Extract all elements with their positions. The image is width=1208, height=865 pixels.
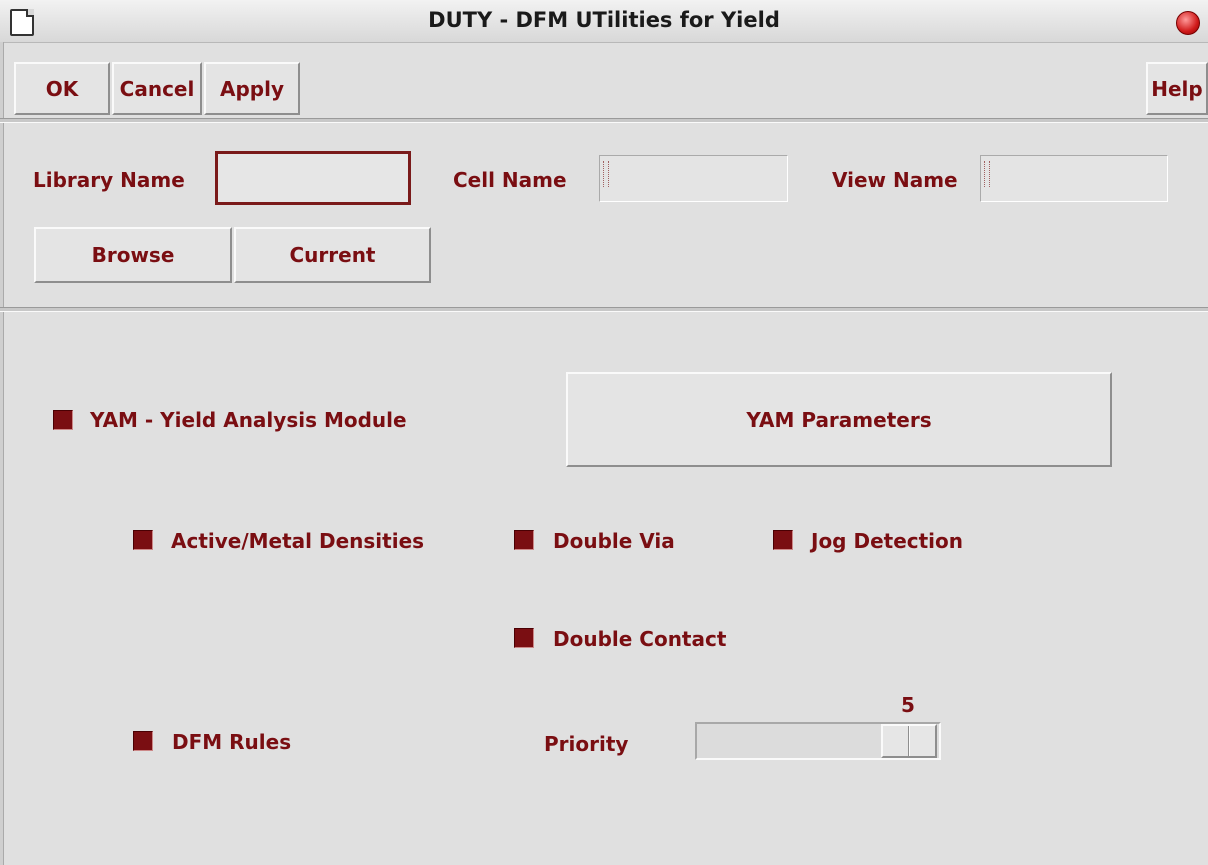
cancel-button[interactable]: Cancel <box>112 62 202 115</box>
priority-slider[interactable] <box>695 722 941 760</box>
view-name-input[interactable] <box>980 155 1168 202</box>
dfm-rules-checkbox[interactable] <box>133 731 153 751</box>
yam-parameters-button[interactable]: YAM Parameters <box>566 372 1112 467</box>
yam-label: YAM - Yield Analysis Module <box>90 408 407 432</box>
duty-dialog-window: DUTY - DFM UTilities for Yield OK Cancel… <box>0 0 1208 865</box>
apply-button[interactable]: Apply <box>204 62 300 115</box>
library-name-input[interactable] <box>215 151 411 205</box>
current-button[interactable]: Current <box>234 227 431 283</box>
text-cursor-icon <box>984 161 990 187</box>
yam-checkbox[interactable] <box>53 410 73 430</box>
toolbar-separator <box>0 118 1208 123</box>
window-left-border <box>0 42 4 865</box>
form-separator <box>0 307 1208 312</box>
jog-detection-checkbox[interactable] <box>773 530 793 550</box>
priority-label: Priority <box>544 732 629 756</box>
active-metal-densities-label: Active/Metal Densities <box>171 529 425 553</box>
browse-button[interactable]: Browse <box>34 227 232 283</box>
text-cursor-icon <box>603 161 609 187</box>
ok-button[interactable]: OK <box>14 62 110 115</box>
active-metal-densities-checkbox[interactable] <box>133 530 153 550</box>
double-contact-checkbox[interactable] <box>514 628 534 648</box>
double-contact-label: Double Contact <box>553 627 727 651</box>
dfm-rules-label: DFM Rules <box>172 730 292 754</box>
help-button[interactable]: Help <box>1146 62 1208 115</box>
close-icon[interactable] <box>1176 11 1200 35</box>
title-bar[interactable]: DUTY - DFM UTilities for Yield <box>0 0 1208 43</box>
window-title: DUTY - DFM UTilities for Yield <box>428 8 780 32</box>
view-name-label: View Name <box>832 168 958 192</box>
cell-name-label: Cell Name <box>453 168 567 192</box>
priority-value: 5 <box>901 693 915 717</box>
double-via-checkbox[interactable] <box>514 530 534 550</box>
priority-slider-handle[interactable] <box>881 724 937 758</box>
jog-detection-label: Jog Detection <box>811 529 964 553</box>
double-via-label: Double Via <box>553 529 675 553</box>
cell-name-input[interactable] <box>599 155 788 202</box>
library-name-label: Library Name <box>33 168 185 192</box>
